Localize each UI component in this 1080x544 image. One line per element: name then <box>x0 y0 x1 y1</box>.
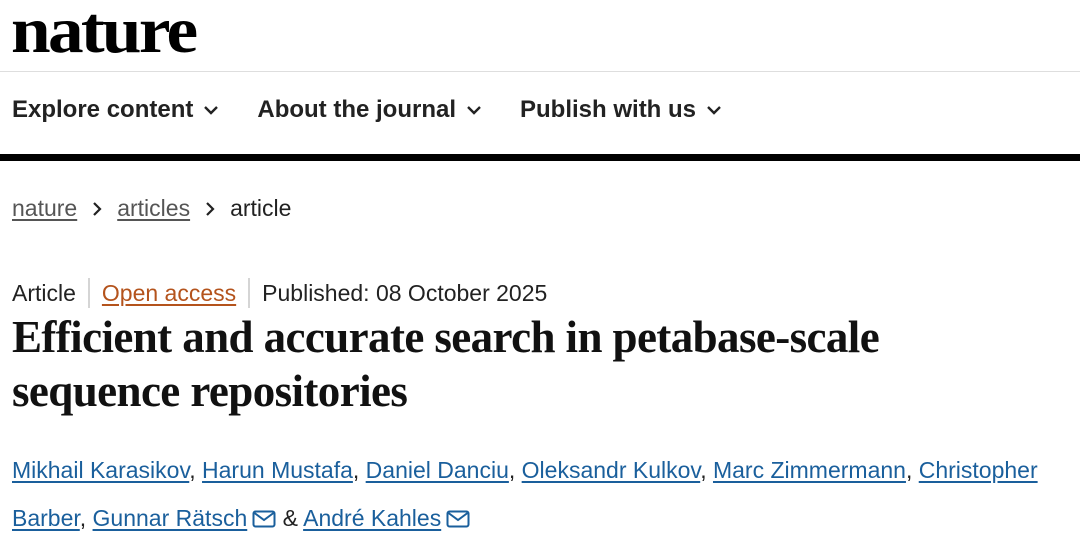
chevron-right-icon <box>204 201 216 216</box>
article-title-line-2: sequence repositories <box>12 366 408 416</box>
article-title-line-1: Efficient and accurate search in petabas… <box>12 312 880 362</box>
nav-divider <box>0 154 1080 161</box>
article-title: Efficient and accurate search in petabas… <box>12 310 1062 418</box>
breadcrumb: nature articles article <box>12 195 291 222</box>
author-link[interactable]: Daniel Danciu <box>366 457 509 483</box>
author-separator: , <box>905 457 919 483</box>
nature-logo[interactable]: nature <box>11 0 198 66</box>
published-date: Published: 08 October 2025 <box>262 279 548 306</box>
chevron-down-icon <box>707 106 721 115</box>
envelope-icon[interactable] <box>252 496 276 544</box>
author-link[interactable]: Marc Zimmermann <box>713 457 906 483</box>
header-divider <box>0 71 1080 72</box>
author-link[interactable]: André Kahles <box>303 505 441 531</box>
author-separator: , <box>508 457 522 483</box>
article-type: Article <box>12 279 76 306</box>
open-access-link[interactable]: Open access <box>102 280 236 307</box>
chevron-right-icon <box>91 201 103 216</box>
nav-item-label: Publish with us <box>520 96 697 123</box>
nav-item-label: About the journal <box>257 96 457 123</box>
author-separator: , <box>189 457 203 483</box>
author-separator: , <box>79 505 93 531</box>
author-list: Mikhail Karasikov, Harun Mustafa, Daniel… <box>12 446 1078 544</box>
nav-item-label: Explore content <box>12 96 194 123</box>
meta-divider <box>87 278 90 308</box>
author-link[interactable]: Mikhail Karasikov <box>12 457 189 483</box>
envelope-icon[interactable] <box>446 496 470 544</box>
article-meta: Article Open access Published: 08 Octobe… <box>12 278 547 308</box>
meta-divider <box>248 278 251 308</box>
author-separator: , <box>352 457 366 483</box>
main-nav: Explore content About the journal Publis… <box>12 96 722 124</box>
author-last-separator: & <box>276 505 304 531</box>
chevron-down-icon <box>467 106 481 115</box>
author-link[interactable]: Harun Mustafa <box>202 457 353 483</box>
nav-explore-content[interactable]: Explore content <box>12 96 219 124</box>
author-link[interactable]: Gunnar Rätsch <box>93 505 248 531</box>
breadcrumb-link-articles[interactable]: articles <box>117 195 190 222</box>
nav-publish-with-us[interactable]: Publish with us <box>520 96 722 124</box>
breadcrumb-current: article <box>230 195 292 221</box>
breadcrumb-link-nature[interactable]: nature <box>12 195 77 222</box>
chevron-down-icon <box>204 106 219 115</box>
nav-about-the-journal[interactable]: About the journal <box>257 96 482 124</box>
author-link[interactable]: Oleksandr Kulkov <box>522 457 701 483</box>
author-separator: , <box>700 457 713 483</box>
